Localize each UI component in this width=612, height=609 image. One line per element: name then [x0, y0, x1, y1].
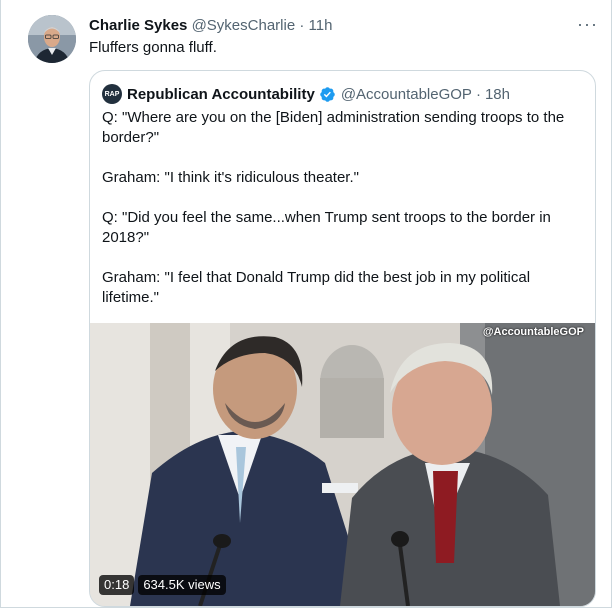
video-views: 634.5K views [138, 575, 226, 595]
quoted-author-avatar[interactable]: RAP [102, 84, 122, 104]
quoted-author-name[interactable]: Republican Accountability [127, 85, 315, 104]
author-avatar[interactable] [28, 15, 76, 63]
avatar-logo-text: RAP [104, 90, 120, 98]
author-name[interactable]: Charlie Sykes [89, 17, 187, 34]
quoted-tweet-header: RAP Republican Accountability @Accountab… [102, 84, 510, 104]
quote-paragraph: Q: "Where are you on the [Biden] adminis… [102, 109, 565, 146]
quoted-author-handle[interactable]: @AccountableGOP [341, 85, 472, 104]
tweet-time[interactable]: 11h [309, 17, 333, 34]
quoted-tweet-text: Q: "Where are you on the [Biden] adminis… [102, 108, 587, 308]
video-duration: 0:18 [99, 575, 135, 595]
quote-paragraph: Q: "Did you feel the same...when Trump s… [102, 209, 551, 246]
more-options-icon[interactable]: ··· [577, 14, 598, 35]
video-thumbnail [90, 323, 595, 606]
quoted-time-separator: · [475, 85, 481, 103]
tweet-header: Charlie Sykes @SykesCharlie · 11h [89, 16, 332, 35]
quoted-tweet[interactable]: RAP Republican Accountability @Accountab… [89, 70, 596, 607]
video-info-badges: 0:18 634.5K views [99, 575, 226, 595]
video-watermark: @AccountableGOP [482, 326, 584, 338]
quote-paragraph: Graham: "I feel that Donald Trump did th… [102, 269, 531, 306]
quote-paragraph: Graham: "I think it's ridiculous theater… [102, 169, 359, 186]
tweet-text: Fluffers gonna fluff. [89, 39, 217, 56]
time-separator: · [299, 17, 305, 34]
author-handle[interactable]: @SykesCharlie [192, 17, 296, 34]
video-player[interactable]: @AccountableGOP 0:18 634.5K views [90, 323, 595, 606]
quoted-tweet-time[interactable]: 18h [485, 85, 510, 104]
verified-badge-icon [320, 86, 335, 102]
